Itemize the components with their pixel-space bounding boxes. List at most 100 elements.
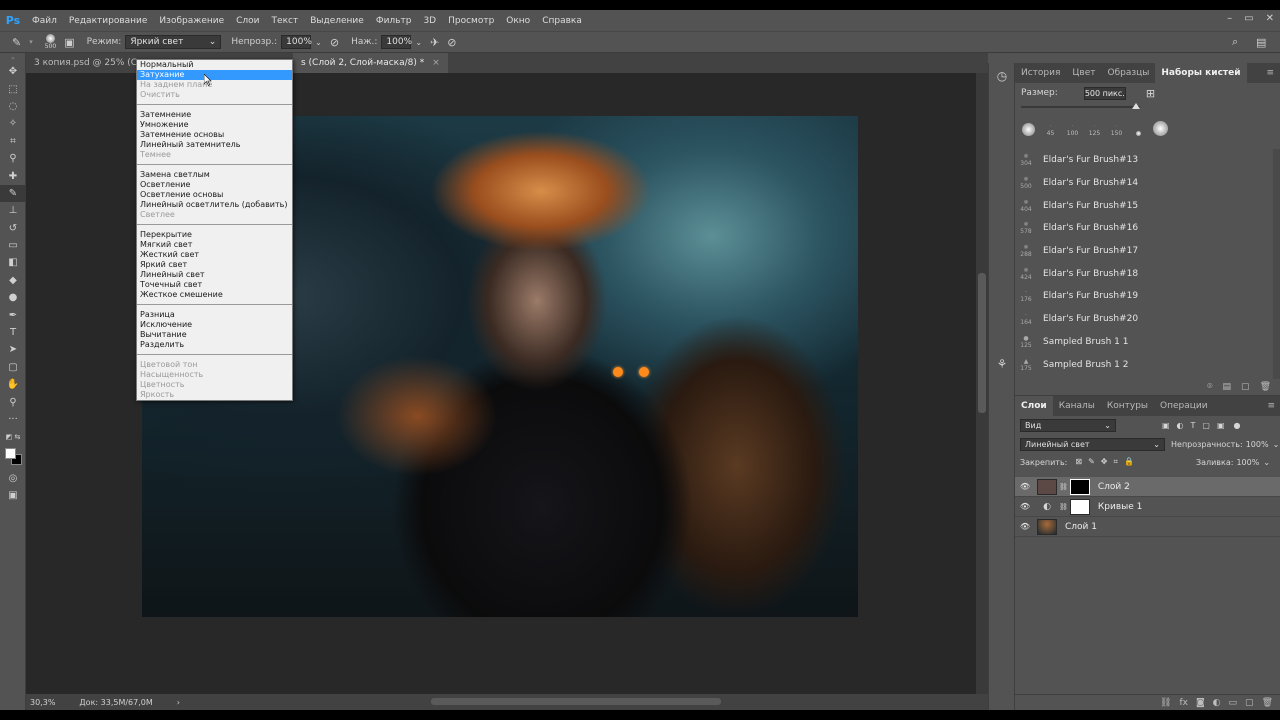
clone-source-icon[interactable]: ⚘ [989,351,1015,377]
eye-icon[interactable]: 👁 [1015,482,1035,491]
history-panel-icon[interactable]: ◷ [989,63,1015,89]
tab-color[interactable]: Цвет [1066,63,1101,83]
blend-mode-option[interactable]: Линейный свет [137,270,292,280]
blend-mode-option[interactable]: Затемнение основы [137,130,292,140]
blend-mode-option[interactable]: Разница [137,310,292,320]
lasso-tool-icon[interactable]: ◌ [0,98,26,115]
hand-tool-icon[interactable]: ✋ [0,376,26,393]
link-layers-icon[interactable]: ⛓ [1160,698,1171,708]
blend-mode-option[interactable]: Линейный затемнитель [137,140,292,150]
fill-value[interactable]: 100% [1236,458,1259,467]
blend-mode-dropdown[interactable]: Нормальный Затухание На заднем плане Очисти… [136,59,293,401]
eye-icon[interactable]: 👁 [1015,522,1035,531]
tab-brush-presets[interactable]: Наборы кистей [1155,63,1247,83]
blend-mode-option[interactable]: Разделить [137,340,292,350]
list-item[interactable]: ✵ 578 Eldar's Fur Brush#16 [1015,217,1273,240]
healing-tool-icon[interactable]: ✚ [0,167,26,184]
list-item[interactable]: ✵ 404 Eldar's Fur Brush#15 [1015,194,1273,217]
tab-history[interactable]: История [1015,63,1066,83]
layer-row[interactable]: 👁 ◐ ⛓ Кривые 1 [1015,497,1280,517]
menu-3d[interactable]: 3D [417,16,442,26]
list-item[interactable]: ✵ 500 Eldar's Fur Brush#14 [1015,172,1273,195]
eyedropper-tool-icon[interactable]: ⚲ [0,150,26,167]
new-layer-icon[interactable]: ▢ [1245,698,1254,708]
menu-file[interactable]: Файл [26,16,63,26]
menu-help[interactable]: Справка [536,16,588,26]
eraser-tool-icon[interactable]: ▭ [0,237,26,254]
trash-icon[interactable]: 🗑 [1260,382,1271,392]
chevron-down-icon[interactable]: ⌄ [415,38,422,47]
tab-channels[interactable]: Каналы [1053,396,1101,416]
list-item[interactable]: · 176 Eldar's Fur Brush#19 [1015,285,1273,308]
menu-type[interactable]: Текст [266,16,305,26]
menu-edit[interactable]: Редактирование [63,16,154,26]
tab-swatches[interactable]: Образцы [1101,63,1155,83]
link-icon[interactable]: ⛓ [1059,483,1068,491]
blend-mode-option[interactable]: Нормальный [137,60,292,70]
layer-blend-mode-select[interactable]: Линейный свет ⌄ [1020,437,1165,451]
close-tab-icon[interactable]: × [432,58,440,68]
new-preset-icon[interactable]: ⊞ [1146,87,1155,100]
group-icon[interactable]: ▭ [1229,698,1238,708]
menu-layers[interactable]: Слои [230,16,265,26]
path-selection-tool-icon[interactable]: ➤ [0,341,26,358]
fx-icon[interactable]: fx [1179,698,1188,708]
dodge-tool-icon[interactable]: ● [0,289,26,306]
menu-image[interactable]: Изображение [153,16,230,26]
list-item[interactable]: ✵ 424 Eldar's Fur Brush#18 [1015,262,1273,285]
menu-filter[interactable]: Фильтр [370,16,418,26]
more-tools-icon[interactable]: ··· [0,411,26,428]
brush-panel-toggle-icon[interactable]: ▣ [64,36,74,49]
brush-tool-icon[interactable]: ✎ [12,36,21,49]
layer-opacity-value[interactable]: 100% [1246,440,1269,449]
status-menu-arrow[interactable]: › [177,698,180,707]
brush-preset-picker[interactable]: 500 [45,34,56,50]
document-tab-active[interactable]: s (Слой 2, Слой-маска/8) * × [293,53,448,73]
tab-actions[interactable]: Операции [1154,396,1214,416]
blend-mode-option[interactable]: Жесткое смешение [137,290,292,300]
filter-toggle-icon[interactable]: ● [1234,421,1241,430]
pen-tool-icon[interactable]: ✒ [0,306,26,323]
brush-preset[interactable] [1021,123,1036,137]
list-item[interactable]: ✵ 304 Eldar's Fur Brush#13 [1015,149,1273,172]
move-tool-icon[interactable]: ✥ [0,63,26,80]
history-brush-tool-icon[interactable]: ↺ [0,220,26,237]
blend-mode-option[interactable]: Исключение [137,320,292,330]
toggle-brush-panel-icon[interactable]: ⌾ [1207,382,1212,392]
layer-row[interactable]: 👁 Слой 1 [1015,517,1280,537]
magic-wand-tool-icon[interactable]: ✧ [0,115,26,132]
link-icon[interactable]: ⛓ [1059,503,1068,511]
brush-size-input[interactable]: 500 пикс. [1083,86,1126,100]
opacity-input[interactable]: 100% [281,35,312,49]
brush-preset[interactable]: · 100 [1065,122,1080,137]
adjustment-layer-icon[interactable]: ◐ [1213,698,1221,708]
menu-view[interactable]: Просмотр [442,16,500,26]
list-item[interactable]: ✵ 288 Eldar's Fur Brush#17 [1015,240,1273,263]
blend-mode-option[interactable]: Мягкий свет [137,240,292,250]
blend-mode-option[interactable]: Яркий свет [137,260,292,270]
mode-select[interactable]: Яркий свет ⌄ [125,35,222,49]
blend-mode-option[interactable]: Линейный осветлитель (добавить) [137,200,292,210]
blend-mode-option[interactable]: Затемнение [137,110,292,120]
panel-menu-icon[interactable]: ≡ [1260,63,1280,83]
pressure-size-icon[interactable]: ⊘ [447,36,456,49]
trash-icon[interactable]: 🗑 [1262,698,1273,708]
foreground-color-swatch[interactable] [5,447,16,459]
shape-tool-icon[interactable]: ▢ [0,359,26,376]
list-item[interactable]: ● 125 Sampled Brush 1 1 [1015,331,1273,354]
slider-handle[interactable] [1132,103,1140,109]
brush-preset[interactable] [1153,121,1168,137]
restore-button[interactable]: ▭ [1244,13,1253,24]
list-item[interactable]: ▲ 175 Sampled Brush 1 2 [1015,353,1273,376]
menu-window[interactable]: Окно [500,16,536,26]
blend-mode-option[interactable]: Перекрытие [137,230,292,240]
brush-size-slider[interactable] [1021,103,1140,111]
crop-tool-icon[interactable]: ⌗ [0,133,26,150]
pressure-input[interactable]: 100% [381,35,412,49]
default-colors-icon[interactable]: ◩ ⇆ [0,428,26,445]
chevron-down-icon[interactable]: ⌄ [315,38,322,47]
type-tool-icon[interactable]: T [0,324,26,341]
marquee-tool-icon[interactable]: ⬚ [0,80,26,97]
add-mask-icon[interactable]: ◙ [1196,698,1205,708]
menu-select[interactable]: Выделение [304,16,370,26]
